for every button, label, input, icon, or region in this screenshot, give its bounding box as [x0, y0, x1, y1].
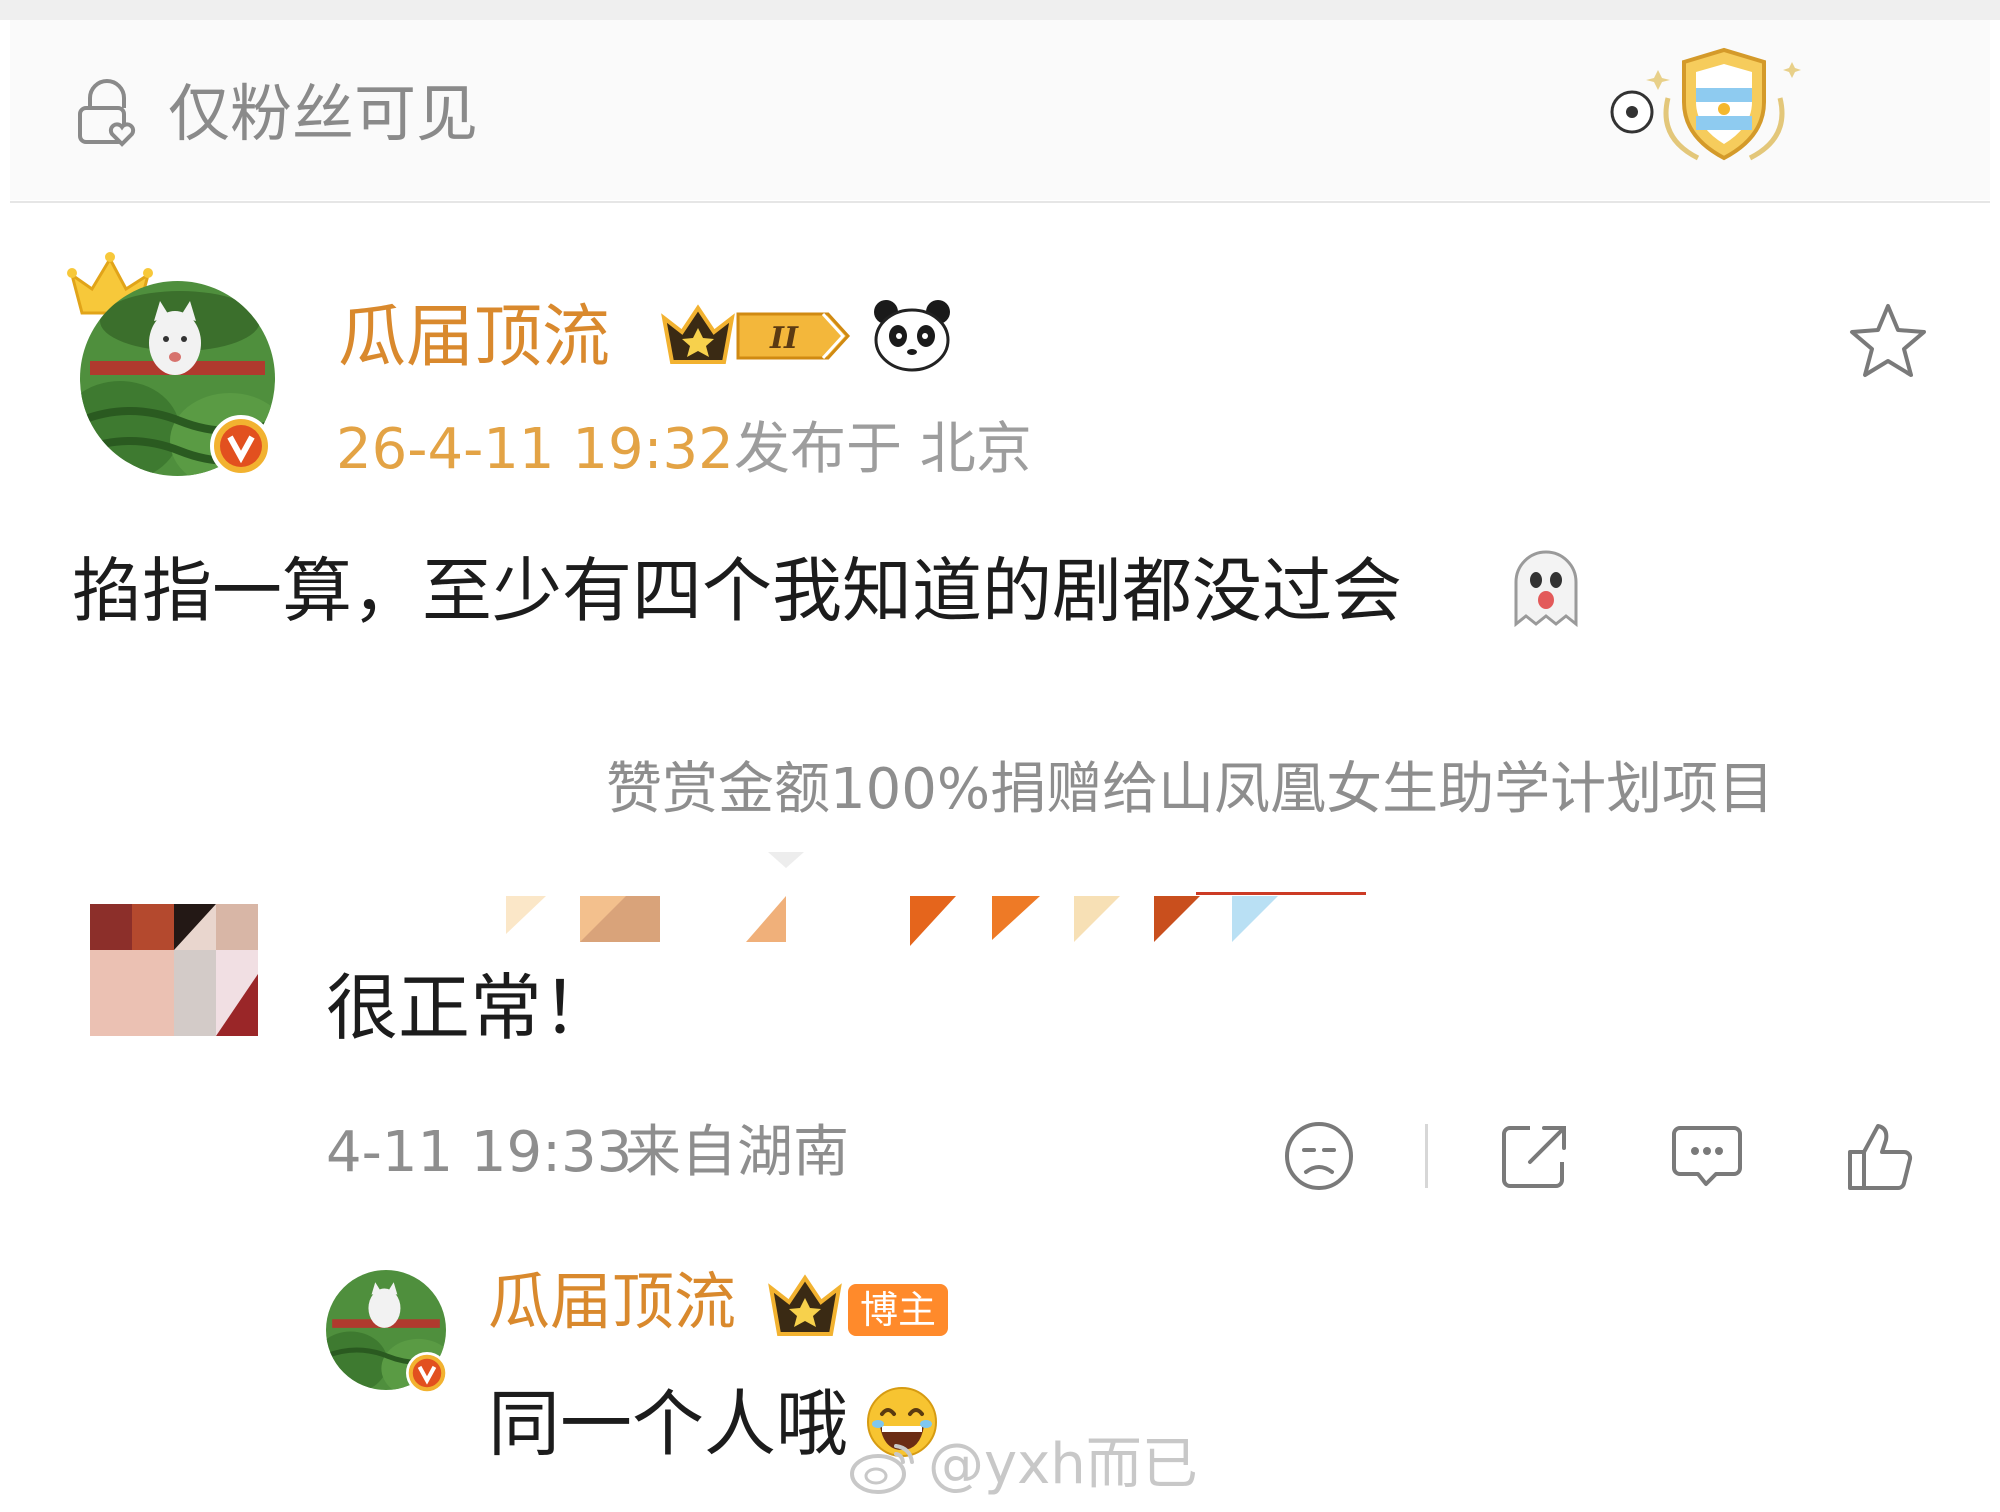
- share-button[interactable]: [1496, 1118, 1574, 1194]
- commenter-avatar[interactable]: [90, 904, 262, 1036]
- vip-level-text: II: [769, 321, 799, 356]
- top-edge-band: [0, 0, 2000, 20]
- post-location: 发布于 北京: [734, 417, 1032, 482]
- visibility-label: 仅粉丝可见: [168, 77, 479, 150]
- like-thumb-button[interactable]: [1842, 1118, 1920, 1194]
- comment-time: 4-11 19:33: [326, 1120, 633, 1185]
- post-time: 26-4-11 19:32: [336, 417, 734, 482]
- poster-avatar[interactable]: [62, 245, 292, 485]
- crown-vip-level-badge-icon: II: [661, 304, 851, 364]
- panda-icon: [874, 300, 950, 372]
- comment-decoration-strip: [506, 892, 1366, 946]
- comment-button[interactable]: [1668, 1118, 1746, 1194]
- header-divider: [10, 201, 1990, 203]
- argentina-football-badge-icon: [1610, 47, 1801, 161]
- reply-avatar[interactable]: [326, 1270, 450, 1394]
- poster-name[interactable]: 瓜届顶流: [338, 296, 610, 380]
- post-text: 掐指一算，至少有四个我知道的剧都没过会: [72, 550, 1402, 632]
- reply-text: 同一个人哦: [488, 1382, 849, 1466]
- watermark: @yxh而已: [848, 1430, 1198, 1500]
- action-separator: [1425, 1124, 1428, 1188]
- donation-note[interactable]: 赞赏金额100%捐赠给山凤凰女生助学计划项目: [606, 752, 1774, 828]
- comment-location: 来自湖南: [625, 1120, 849, 1185]
- verified-v-badge-icon: [406, 1352, 448, 1394]
- reply-author-name[interactable]: 瓜届顶流: [488, 1262, 736, 1342]
- donation-pointer: [768, 852, 804, 868]
- author-tag-badge: 博主: [848, 1284, 948, 1336]
- dislike-face-button[interactable]: [1280, 1118, 1358, 1194]
- watermark-text: @yxh而已: [928, 1432, 1198, 1497]
- verified-v-badge-icon: [210, 415, 272, 477]
- lock-heart-icon: [78, 79, 136, 147]
- crown-vip-badge-icon: [768, 1274, 842, 1336]
- comment-text: 很正常！: [326, 966, 615, 1050]
- weibo-logo-icon: [850, 1444, 914, 1494]
- favorite-star-button[interactable]: [1846, 300, 1930, 380]
- ghost-emoji-icon: [1514, 550, 1578, 628]
